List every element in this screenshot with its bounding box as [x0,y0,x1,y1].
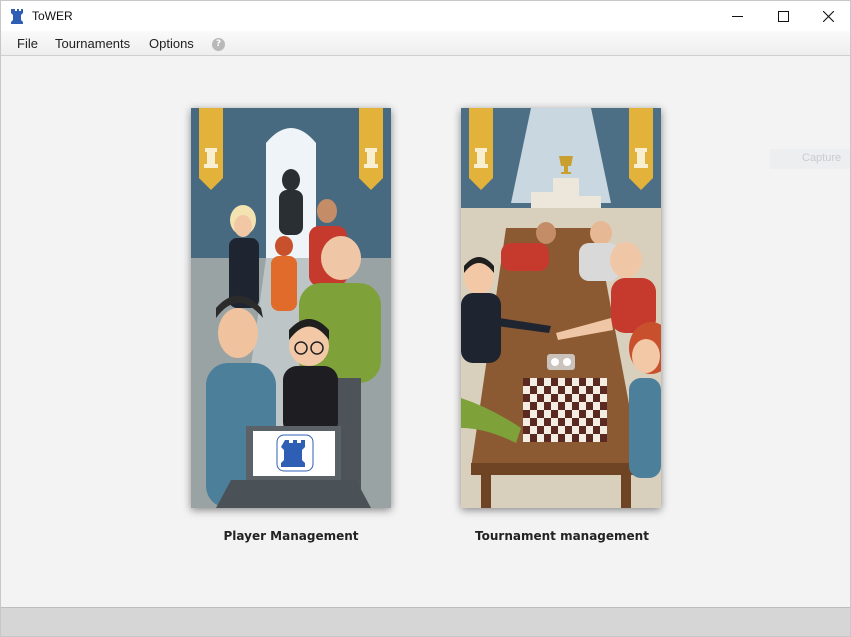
close-icon [822,10,834,22]
maximize-icon [777,10,789,22]
close-button[interactable] [805,1,851,31]
minimize-icon [731,15,743,17]
title-bar: ToWER [1,1,850,31]
tournament-management-card[interactable] [461,108,661,508]
rook-icon [11,9,23,24]
player-management-card[interactable] [191,108,391,508]
main-content: Player Management Tournament management … [1,57,850,607]
menu-bar: File Tournaments Options ? [1,31,850,56]
menu-tournaments[interactable]: Tournaments [55,36,130,51]
minimize-button[interactable] [714,1,760,31]
capture-button[interactable]: Capture [770,149,850,169]
app-window: ToWER File Tournaments Options ? Player … [0,0,851,637]
player-management-illustration [191,108,391,508]
menu-options[interactable]: Options [149,36,194,51]
player-management-label[interactable]: Player Management [161,529,421,543]
window-title: ToWER [32,9,73,23]
tournament-management-illustration [461,108,661,508]
maximize-button[interactable] [760,1,806,31]
help-icon[interactable]: ? [212,38,225,51]
menu-file[interactable]: File [17,36,38,51]
tournament-management-label[interactable]: Tournament management [432,529,692,543]
status-bar [1,607,850,636]
